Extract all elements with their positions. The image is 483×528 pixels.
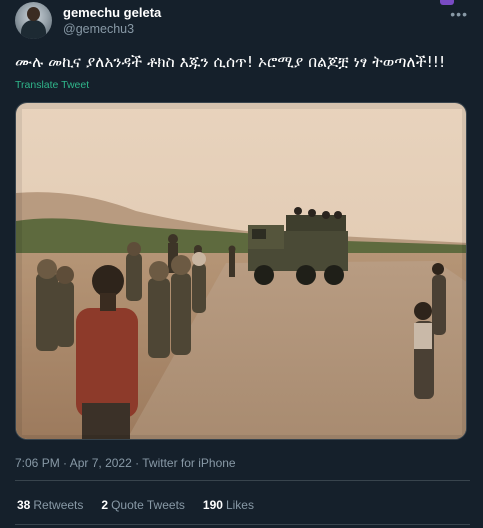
meta-separator: · (63, 456, 68, 470)
corner-badge (440, 0, 454, 5)
retweets-stat[interactable]: 38 Retweets (17, 498, 83, 512)
retweets-count: 38 (17, 498, 31, 512)
tweet-source[interactable]: Twitter for iPhone (142, 456, 235, 470)
likes-label: Likes (225, 498, 254, 512)
author-handle[interactable]: @gemechu3 (63, 22, 134, 36)
tweet-meta: 7:06 PM · Apr 7, 2022 · Twitter for iPho… (15, 456, 236, 470)
author-display-name[interactable]: gemechu geleta (63, 5, 161, 20)
tweet-date[interactable]: Apr 7, 2022 (70, 456, 132, 470)
tweet-header: gemechu geleta @gemechu3 ••• (15, 0, 470, 42)
likes-stat[interactable]: 190 Likes (203, 498, 254, 512)
meta-separator: · (135, 456, 140, 470)
quotes-label: Quote Tweets (111, 498, 185, 512)
tweet-time[interactable]: 7:06 PM (15, 456, 60, 470)
quotes-stat[interactable]: 2 Quote Tweets (101, 498, 185, 512)
translate-tweet-link[interactable]: Translate Tweet (15, 79, 89, 91)
more-options-icon[interactable]: ••• (450, 6, 468, 22)
tweet-detail: gemechu geleta @gemechu3 ••• ሙሉ መኪና ያለአን… (0, 0, 483, 528)
tweet-stats: 38 Retweets 2 Quote Tweets 190 Likes (17, 498, 254, 512)
tweet-photo[interactable] (15, 102, 467, 440)
divider (15, 524, 470, 525)
tweet-text: ሙሉ መኪና ያለአንዳች ቶክስ እጁን ሲሰጥ! ኦሮሚያ በልጆቿ ነፃ … (15, 53, 446, 71)
divider (15, 480, 470, 481)
quotes-count: 2 (101, 498, 109, 512)
retweets-label: Retweets (33, 498, 84, 512)
avatar[interactable] (15, 2, 52, 39)
photo-image (16, 103, 466, 439)
likes-count: 190 (202, 498, 223, 512)
